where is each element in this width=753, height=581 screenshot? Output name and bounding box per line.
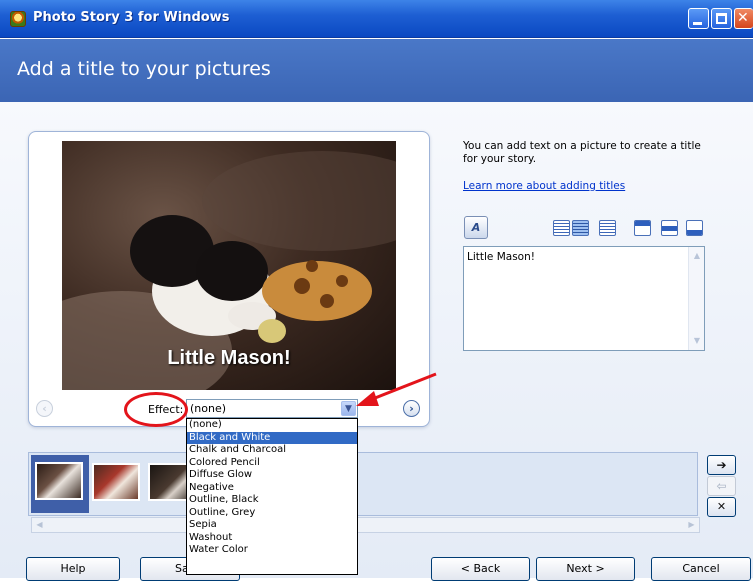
page-header: Add a title to your pictures — [0, 39, 753, 102]
close-icon: ✕ — [737, 10, 749, 26]
scroll-down-icon[interactable]: ▼ — [690, 334, 704, 348]
thumbnail[interactable] — [35, 462, 83, 500]
text-scrollbar[interactable]: ▲ ▼ — [688, 247, 704, 350]
position-middle-button[interactable] — [661, 220, 678, 236]
window-title: Photo Story 3 for Windows — [33, 10, 230, 25]
photo-story-app-icon — [10, 11, 26, 27]
effect-select-value: (none) — [190, 402, 227, 415]
learn-more-link[interactable]: Learn more about adding titles — [463, 180, 625, 192]
align-left-button[interactable] — [553, 220, 570, 236]
previous-picture-button[interactable]: ‹ — [36, 400, 53, 417]
move-left-button[interactable]: ⇦ — [707, 476, 736, 496]
effect-option[interactable]: Diffuse Glow — [187, 469, 357, 482]
scroll-right-icon[interactable]: ▶ — [685, 519, 698, 531]
effect-option[interactable]: (none) — [187, 419, 357, 432]
align-right-button[interactable] — [599, 220, 616, 236]
scroll-left-icon[interactable]: ◀ — [33, 519, 46, 531]
minimize-button[interactable] — [688, 8, 709, 29]
font-button[interactable]: A — [464, 216, 488, 239]
align-center-button[interactable] — [572, 220, 589, 236]
move-right-button[interactable]: ➔ — [707, 455, 736, 475]
arrow-left-icon: ⇦ — [716, 479, 727, 493]
effect-option[interactable]: Outline, Grey — [187, 507, 357, 520]
effect-option[interactable]: Washout — [187, 532, 357, 545]
font-icon: A — [471, 221, 481, 234]
position-top-button[interactable] — [634, 220, 651, 236]
position-bottom-button[interactable] — [686, 220, 703, 236]
effect-dropdown-list[interactable]: (none) Black and White Chalk and Charcoa… — [186, 418, 358, 575]
effect-option[interactable]: Colored Pencil — [187, 457, 357, 470]
maximize-button[interactable] — [711, 8, 732, 29]
remove-x-icon: ✕ — [716, 500, 727, 513]
picture-title-overlay: Little Mason! — [167, 347, 291, 369]
effect-option[interactable]: Outline, Black — [187, 494, 357, 507]
title-text-input[interactable]: Little Mason! ▲ ▼ — [463, 246, 705, 351]
annotation-circle — [124, 392, 188, 427]
effect-option[interactable]: Black and White — [187, 431, 357, 444]
next-button[interactable]: Next > — [536, 557, 635, 581]
arrow-right-icon: ➔ — [716, 458, 727, 472]
position-top-icon — [635, 221, 650, 226]
title-bar[interactable]: Photo Story 3 for Windows ✕ — [0, 0, 753, 38]
minimize-icon — [693, 22, 702, 25]
cancel-button[interactable]: Cancel — [651, 557, 751, 581]
effect-select[interactable]: (none) ▼ — [186, 399, 358, 418]
help-button[interactable]: Help — [26, 557, 120, 581]
picture-preview: Little Mason! — [62, 141, 396, 390]
position-middle-icon — [662, 226, 677, 231]
effect-option[interactable]: Sepia — [187, 519, 357, 532]
title-text-value: Little Mason! — [467, 251, 535, 263]
annotation-arrow-icon — [356, 372, 437, 406]
back-button[interactable]: < Back — [431, 557, 530, 581]
remove-picture-button[interactable]: ✕ — [707, 497, 736, 517]
effect-option[interactable]: Chalk and Charcoal — [187, 444, 357, 457]
close-button[interactable]: ✕ — [734, 8, 753, 29]
instruction-text: You can add text on a picture to create … — [463, 140, 701, 165]
filmstrip-scrollbar[interactable]: ◀ ▶ — [31, 517, 700, 533]
chevron-left-icon: ‹ — [42, 402, 47, 415]
page-title: Add a title to your pictures — [17, 58, 271, 80]
effect-option[interactable]: Water Color — [187, 544, 357, 557]
effect-option[interactable]: Negative — [187, 482, 357, 495]
position-bottom-icon — [687, 230, 702, 235]
maximize-icon — [716, 13, 727, 24]
scroll-up-icon[interactable]: ▲ — [690, 249, 704, 263]
thumbnail[interactable] — [92, 463, 140, 501]
